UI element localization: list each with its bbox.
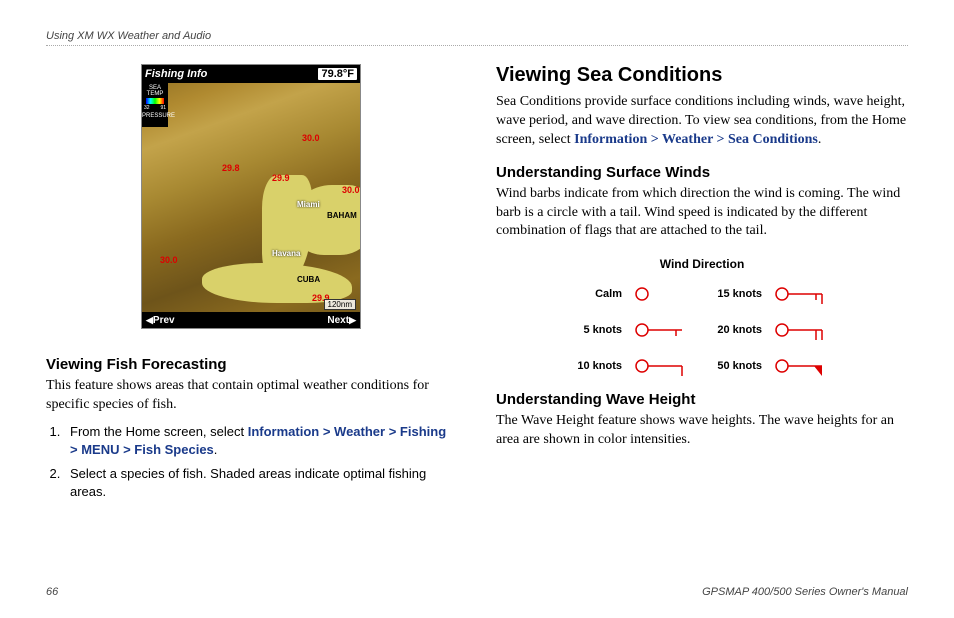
wave-height-desc: The Wave Height feature shows wave heigh…	[496, 412, 908, 450]
prev-arrow-icon: ◀	[146, 315, 153, 325]
map-legend: SEA TEMP 32 91 PRESSURE	[142, 83, 168, 127]
lbl-50k: 50 knots	[702, 360, 772, 372]
legend-lo: 32	[144, 105, 150, 111]
map-prev: Prev	[153, 315, 175, 326]
step-1: From the Home screen, select Information…	[64, 423, 456, 459]
map-temp: 79.8°F	[318, 68, 357, 80]
map-title: Fishing Info	[145, 68, 207, 80]
iso-f: 30.0	[160, 255, 178, 265]
map-next: Next	[327, 315, 349, 326]
wind-barb-grid: Calm 15 knots 5 knots 20 knots 10 knots …	[496, 283, 908, 377]
iso-b: 29.8	[222, 163, 240, 173]
p1b: .	[818, 132, 822, 147]
wind-direction-title: Wind Direction	[496, 257, 908, 271]
lbl-20k: 20 knots	[702, 324, 772, 336]
iso-d: 30.0	[342, 185, 360, 195]
fish-forecast-desc: This feature shows areas that contain op…	[46, 377, 456, 415]
map-figure: Fishing Info 79.8°F SEA TEMP 32 91 PRESS…	[46, 64, 456, 334]
lbl-baham: BAHAM	[327, 211, 357, 220]
barb-10k-icon	[632, 355, 702, 377]
step1-text-a: From the Home screen, select	[70, 424, 248, 439]
barb-20k-icon	[772, 319, 842, 341]
legend-hi: 91	[160, 105, 166, 111]
color-bar	[146, 98, 164, 104]
barb-15k-icon	[772, 283, 842, 305]
barb-calm-icon	[632, 284, 702, 304]
lbl-havana: Havana	[272, 249, 300, 258]
heading-fish-forecast: Viewing Fish Forecasting	[46, 356, 456, 373]
step1-text-b: .	[214, 442, 218, 457]
left-column: Fishing Info 79.8°F SEA TEMP 32 91 PRESS…	[46, 64, 456, 508]
surface-winds-desc: Wind barbs indicate from which direction…	[496, 185, 908, 242]
next-arrow-icon: ▶	[349, 315, 356, 325]
lbl-5k: 5 knots	[562, 324, 632, 336]
lbl-miami: Miami	[297, 200, 320, 209]
iso-c: 29.9	[272, 173, 290, 183]
heading-surface-winds: Understanding Surface Winds	[496, 164, 908, 181]
legend-bot: PRESSURE	[142, 113, 168, 119]
map-bottom-bar: ◀Prev Next▶	[142, 312, 360, 328]
fishing-info-map: Fishing Info 79.8°F SEA TEMP 32 91 PRESS…	[141, 64, 361, 329]
legend-top: SEA TEMP	[142, 85, 168, 97]
barb-5k-icon	[632, 319, 702, 341]
lbl-10k: 10 knots	[562, 360, 632, 372]
heading-sea-conditions: Viewing Sea Conditions	[496, 64, 908, 87]
heading-wave-height: Understanding Wave Height	[496, 391, 908, 408]
page-footer: 66 GPSMAP 400/500 Series Owner's Manual	[46, 586, 908, 598]
lbl-cuba: CUBA	[297, 275, 320, 284]
sea-cond-desc: Sea Conditions provide surface condition…	[496, 93, 908, 150]
running-header: Using XM WX Weather and Audio	[46, 30, 908, 46]
fish-steps: From the Home screen, select Information…	[64, 423, 456, 502]
content-columns: Fishing Info 79.8°F SEA TEMP 32 91 PRESS…	[46, 64, 908, 508]
p1-nav: Information > Weather > Sea Conditions	[574, 132, 818, 147]
step-2: Select a species of fish. Shaded areas i…	[64, 465, 456, 501]
right-column: Viewing Sea Conditions Sea Conditions pr…	[496, 64, 908, 508]
manual-title: GPSMAP 400/500 Series Owner's Manual	[702, 586, 908, 598]
iso-a: 30.0	[302, 133, 320, 143]
lbl-15k: 15 knots	[702, 288, 772, 300]
map-scale: 120nm	[324, 299, 356, 310]
barb-50k-icon	[772, 355, 842, 377]
page-number: 66	[46, 586, 58, 598]
lbl-calm: Calm	[562, 288, 632, 300]
